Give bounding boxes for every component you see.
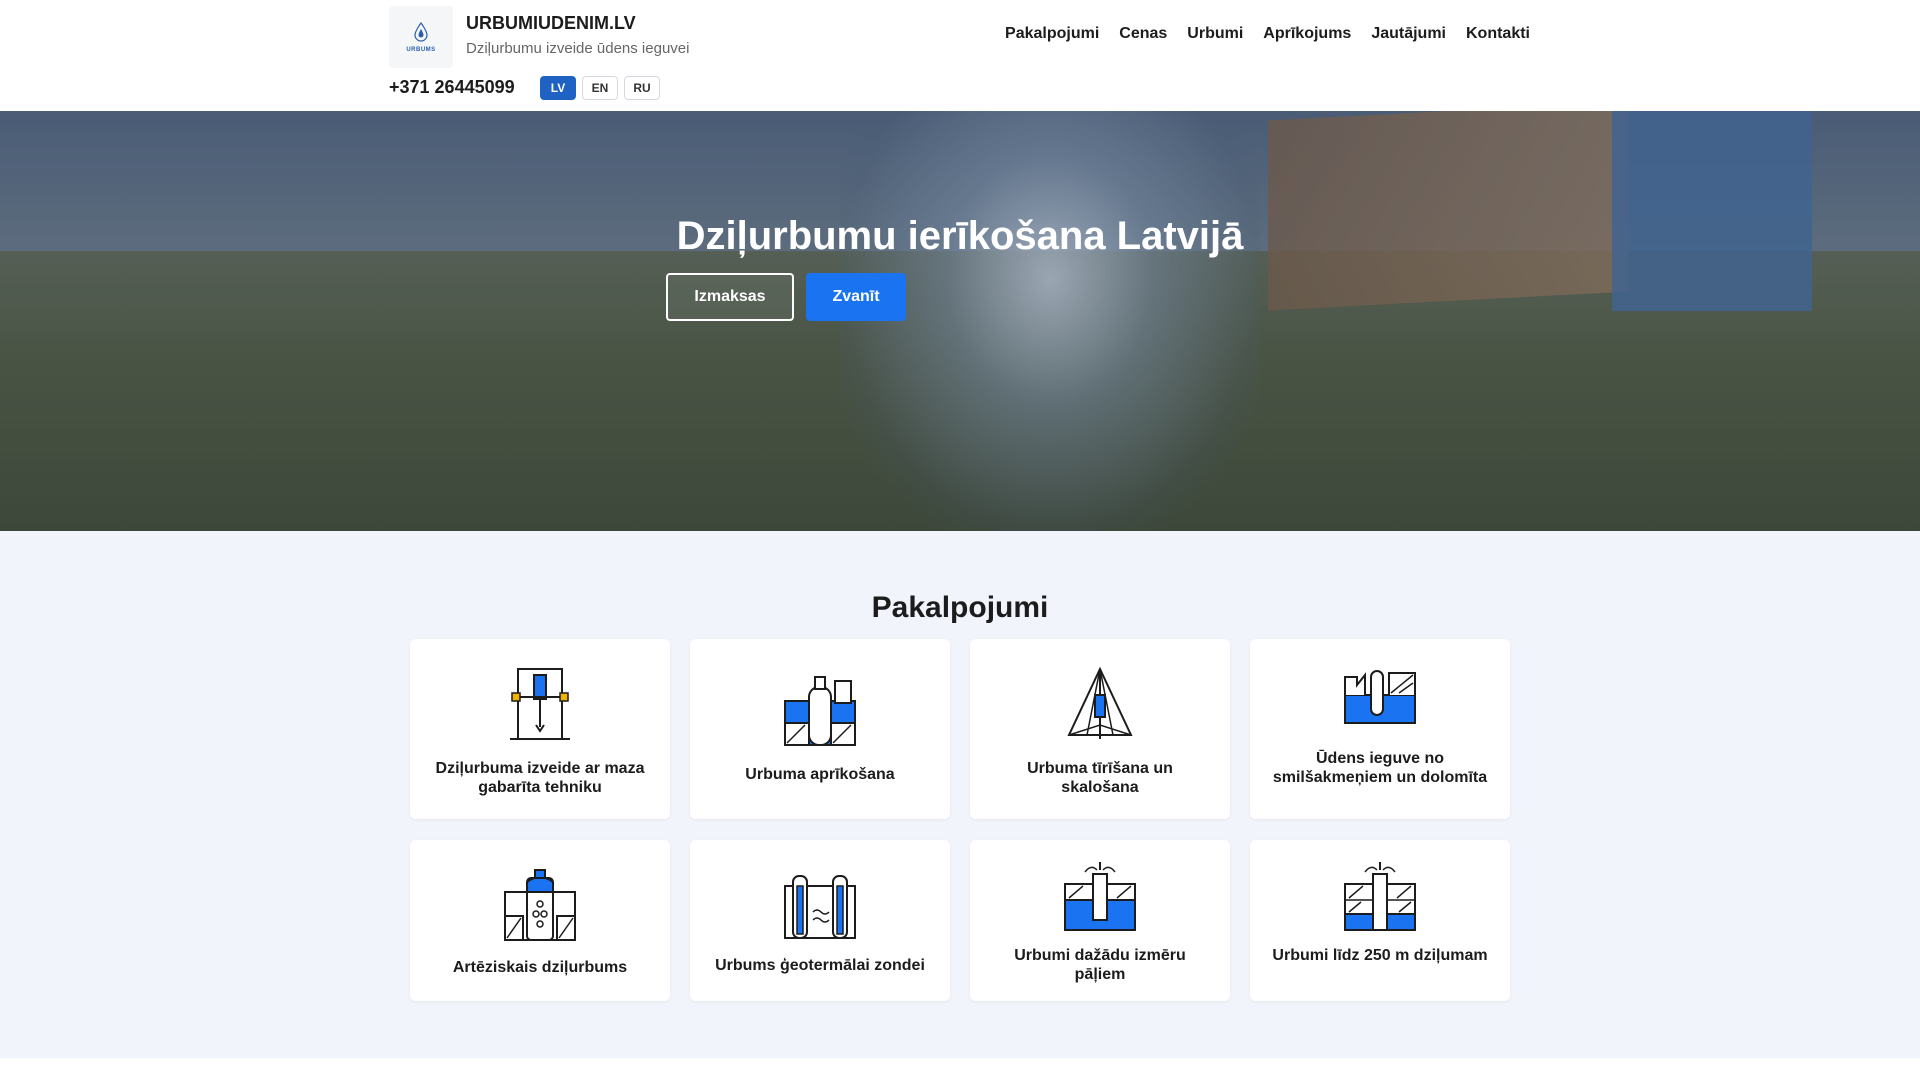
- service-card[interactable]: Urbuma tīrīšana un skalošana: [970, 639, 1230, 819]
- call-button[interactable]: Zvanīt: [806, 273, 906, 321]
- pile-drilling-icon: [1064, 862, 1136, 931]
- service-card-label: Artēziskais dziļurbums: [452, 959, 628, 976]
- nav-item-urbumi[interactable]: Urbumi: [1187, 25, 1243, 43]
- service-card-label: Urbuma aprīkošana: [745, 766, 895, 783]
- service-card-label: Urbuma tīrīšana un skalošana: [1027, 760, 1173, 796]
- brand-name[interactable]: URBUMIUDENIM.LV: [466, 13, 636, 34]
- service-card[interactable]: Urbums ģeotermālai zondei: [690, 840, 950, 1001]
- geothermal-probe-icon: [784, 875, 856, 939]
- nav-item-kontakti[interactable]: Kontakti: [1466, 25, 1530, 43]
- services-section: Pakalpojumi Dziļurbuma izveide ar maza g…: [0, 531, 1920, 1058]
- lang-en-button[interactable]: EN: [582, 76, 618, 100]
- service-card[interactable]: Urbumi dažādu izmēru pāļiem: [970, 840, 1230, 1001]
- main-nav: Pakalpojumi Cenas Urbumi Aprīkojums Jaut…: [985, 25, 1530, 43]
- service-card-label: Dziļurbuma izveide ar maza gabarīta tehn…: [435, 760, 645, 796]
- artesian-well-icon: [504, 869, 576, 941]
- prices-button[interactable]: Izmaksas: [666, 273, 794, 321]
- lang-ru-button[interactable]: RU: [624, 76, 660, 100]
- service-card[interactable]: Ūdens ieguve no smilšakmeņiem un dolomīt…: [1250, 639, 1510, 819]
- hero-title: Dziļurbumu ierīkošana Latvijā: [676, 214, 1244, 258]
- small-drill-rig-icon: [510, 668, 570, 740]
- site-header: URBUMS URBUMIUDENIM.LV Dziļurbumu izveid…: [0, 0, 1920, 111]
- nav-item-pakalpojumi[interactable]: Pakalpojumi: [1005, 25, 1099, 43]
- hero-overlay: [0, 111, 1920, 531]
- service-card-label: Urbumi līdz 250 m dziļumam: [1272, 947, 1488, 964]
- nav-item-cenas[interactable]: Cenas: [1119, 25, 1167, 43]
- services-title: Pakalpojumi: [871, 591, 1049, 624]
- service-card[interactable]: Artēziskais dziļurbums: [410, 840, 670, 1001]
- logo-text: URBUMS: [406, 47, 436, 53]
- service-card-label: Ūdens ieguve no smilšakmeņiem un dolomīt…: [1272, 750, 1488, 786]
- service-card[interactable]: Dziļurbuma izveide ar maza gabarīta tehn…: [410, 639, 670, 819]
- site-logo[interactable]: URBUMS: [389, 6, 453, 68]
- phone-number[interactable]: +371 26445099: [389, 77, 515, 98]
- nav-item-aprikojums[interactable]: Aprīkojums: [1263, 25, 1351, 43]
- sandstone-water-icon: [1344, 670, 1416, 724]
- lang-lv-button[interactable]: LV: [540, 76, 576, 100]
- deep-well-icon: [1344, 862, 1416, 931]
- hero-banner: Dziļurbumu ierīkošana Latvijā Izmaksas Z…: [0, 111, 1920, 531]
- water-drop-icon: [414, 21, 428, 42]
- nav-item-jautajumi[interactable]: Jautājumi: [1371, 25, 1446, 43]
- service-card[interactable]: Urbumi līdz 250 m dziļumam: [1250, 840, 1510, 1001]
- well-equipment-icon: [784, 676, 856, 746]
- service-card-label: Urbums ģeotermālai zondei: [715, 957, 925, 974]
- service-card[interactable]: Urbuma aprīkošana: [690, 639, 950, 819]
- page-bottom-strip: [0, 1058, 1920, 1080]
- service-card-label: Urbumi dažādu izmēru pāļiem: [1014, 947, 1186, 983]
- language-switcher: LV EN RU: [540, 76, 660, 100]
- brand-tagline: Dziļurbumu izveide ūdens ieguvei: [466, 40, 690, 57]
- well-cleaning-icon: [1067, 667, 1133, 739]
